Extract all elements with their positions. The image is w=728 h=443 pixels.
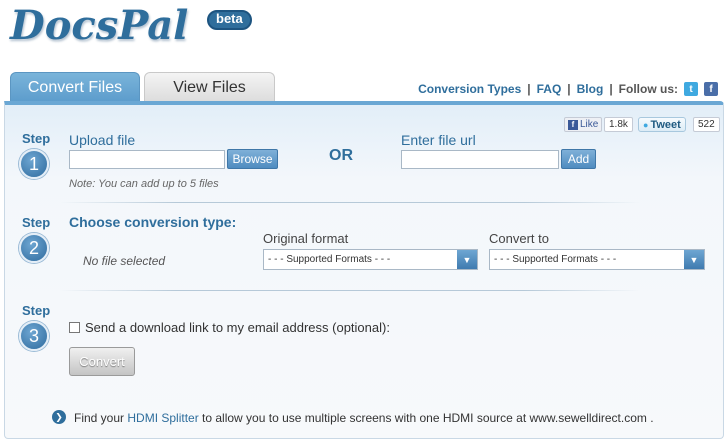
step-divider <box>60 202 640 203</box>
nav-faq[interactable]: FAQ <box>537 82 562 96</box>
convert-button[interactable]: Convert <box>69 347 135 376</box>
chevron-down-icon: ▼ <box>457 250 477 269</box>
follow-us-label: Follow us: <box>618 82 678 96</box>
step-divider <box>60 290 640 291</box>
nav-conversion-types[interactable]: Conversion Types <box>418 82 521 96</box>
nav-blog[interactable]: Blog <box>577 82 604 96</box>
chevron-down-icon: ▼ <box>684 250 704 269</box>
step-2-badge: 2 <box>19 233 49 263</box>
file-url-label: Enter file url <box>401 132 476 148</box>
tweet-button[interactable]: ● Tweet <box>638 117 686 132</box>
upload-file-label: Upload file <box>69 132 136 148</box>
facebook-icon: f <box>568 119 578 130</box>
original-format-select[interactable]: - - - Supported Formats - - - ▼ <box>263 249 478 270</box>
email-link-checkbox[interactable] <box>69 322 80 333</box>
step-1-badge: 1 <box>19 149 49 179</box>
promo-text: Find your HDMI Splitter to allow you to … <box>74 411 654 425</box>
browse-button[interactable]: Browse <box>227 149 278 169</box>
step-3-label: Step <box>22 303 51 318</box>
no-file-selected: No file selected <box>83 254 166 268</box>
promo-suffix: to allow you to use multiple screens wit… <box>198 411 654 425</box>
tab-convert-files[interactable]: Convert Files <box>10 72 140 102</box>
original-format-label: Original format <box>263 231 349 246</box>
upload-note: Note: You can add up to 5 files <box>69 178 219 190</box>
logo-text: DocsPal <box>10 2 189 49</box>
or-separator: OR <box>329 147 353 164</box>
twitter-bird-icon: ● <box>643 119 649 130</box>
facebook-like-button[interactable]: f Like <box>564 117 603 132</box>
twitter-icon[interactable]: t <box>684 82 698 96</box>
file-url-input[interactable] <box>401 150 559 169</box>
nav-separator: | <box>527 82 531 96</box>
email-link-label[interactable]: Send a download link to my email address… <box>85 320 390 335</box>
like-count: 1.8k <box>604 117 633 132</box>
arrow-right-icon: ❯ <box>52 410 66 424</box>
beta-badge: beta <box>207 10 252 30</box>
convert-to-label: Convert to <box>489 231 549 246</box>
upload-file-input[interactable] <box>69 150 225 169</box>
tweet-count: 522 <box>693 117 720 132</box>
convert-to-value: - - - Supported Formats - - - <box>494 254 617 265</box>
step-2-label: Step <box>22 215 51 230</box>
hdmi-splitter-link[interactable]: HDMI Splitter <box>127 411 198 425</box>
step-1-label: Step <box>22 131 51 146</box>
top-navigation: Conversion Types | FAQ | Blog | Follow u… <box>418 82 718 96</box>
step-3-badge: 3 <box>19 321 49 351</box>
convert-to-select[interactable]: - - - Supported Formats - - - ▼ <box>489 249 705 270</box>
nav-separator: | <box>567 82 571 96</box>
add-url-button[interactable]: Add <box>561 149 596 169</box>
tweet-label: Tweet <box>650 118 681 131</box>
like-label: Like <box>580 119 599 130</box>
promo-prefix: Find your <box>74 411 128 425</box>
tab-view-files[interactable]: View Files <box>144 72 275 102</box>
original-format-value: - - - Supported Formats - - - <box>268 254 391 265</box>
facebook-icon[interactable]: f <box>704 82 718 96</box>
conversion-type-heading: Choose conversion type: <box>69 214 237 230</box>
nav-separator: | <box>609 82 613 96</box>
